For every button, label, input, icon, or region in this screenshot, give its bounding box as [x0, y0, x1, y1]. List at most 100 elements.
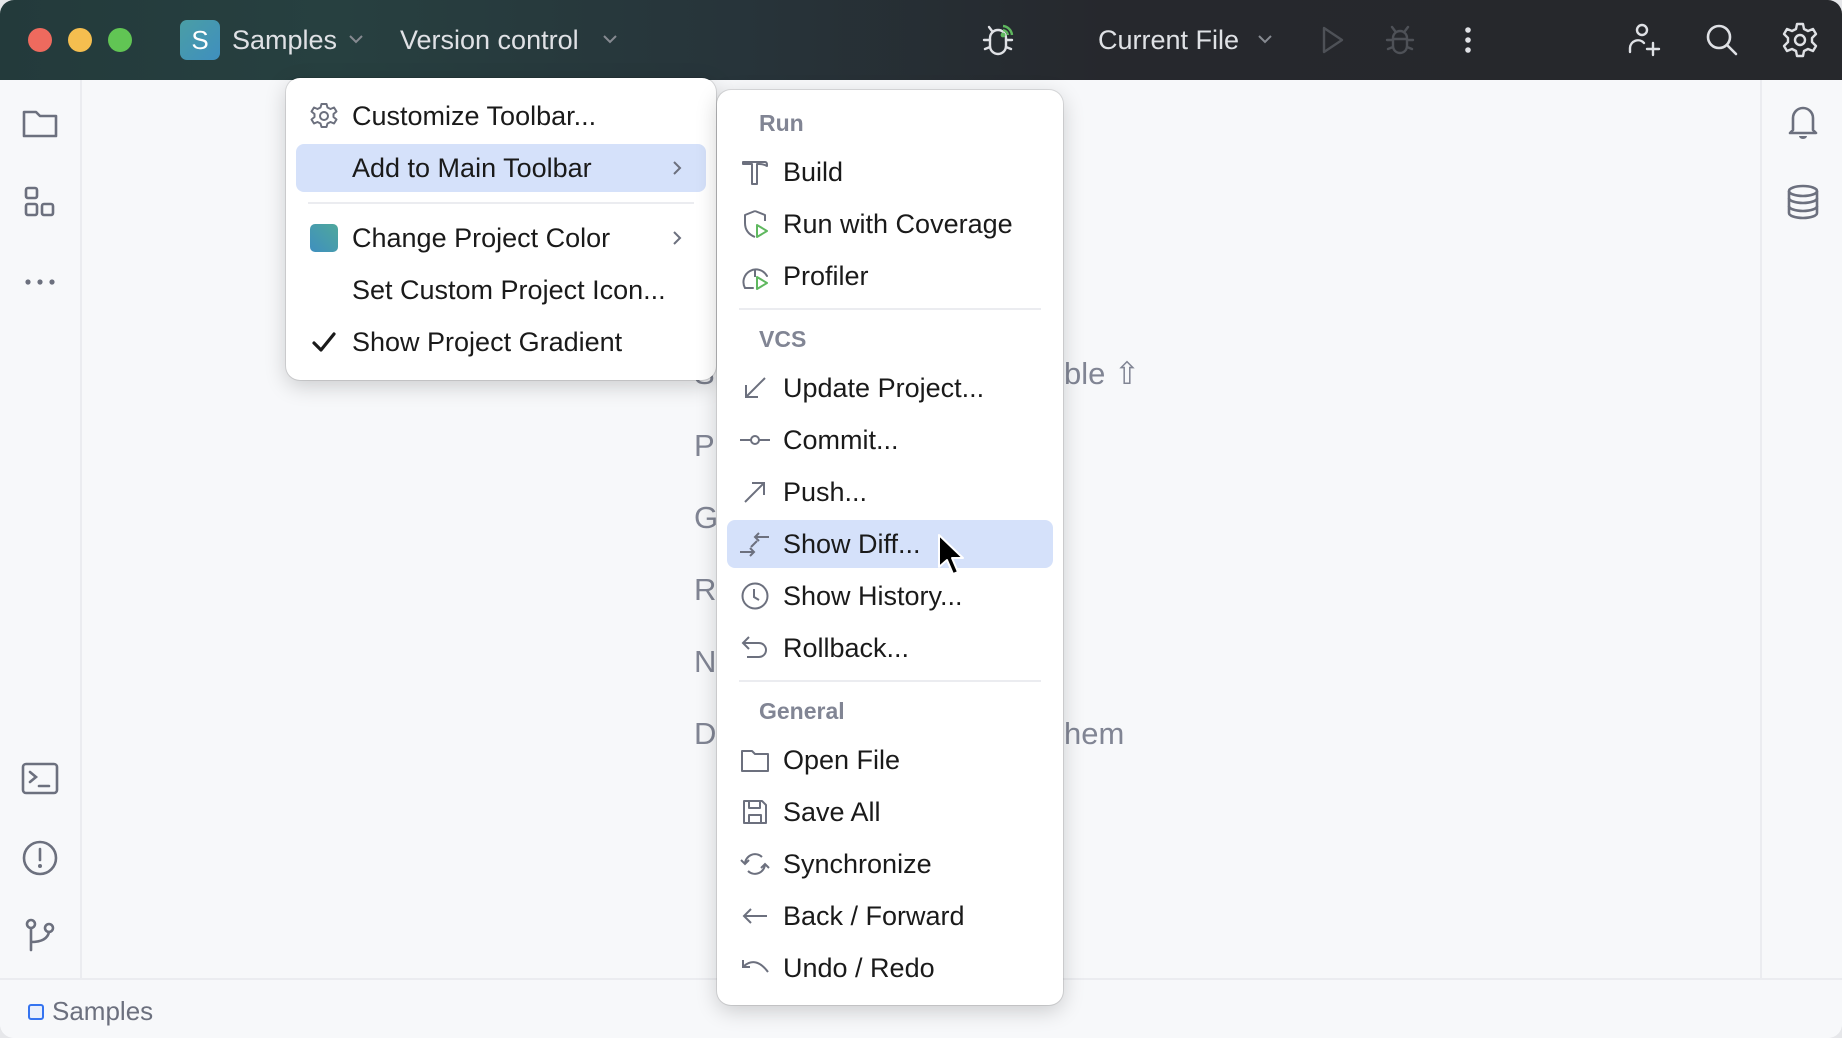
clock-icon: [739, 580, 771, 612]
menu-separator: [739, 308, 1041, 310]
back-arrow-icon: [739, 900, 771, 932]
submenu-item-undo-redo[interactable]: Undo / Redo: [727, 944, 1053, 992]
status-project-name: Samples: [52, 996, 154, 1026]
project-color-swatch: [308, 222, 340, 254]
update-arrow-icon: [739, 372, 771, 404]
submenu-item-label: Build: [783, 157, 844, 187]
database-icon[interactable]: [1781, 180, 1825, 224]
hint-go-to-file: G: [694, 500, 719, 535]
git-branch-icon[interactable]: [18, 914, 62, 958]
project-badge[interactable]: S: [180, 20, 220, 60]
notifications-bell-icon[interactable]: [1781, 100, 1825, 144]
run-icon[interactable]: [1310, 18, 1354, 62]
menu-item-label: Add to Main Toolbar: [352, 153, 592, 183]
hint-recent-files: R: [694, 572, 717, 607]
push-arrow-icon: [739, 476, 771, 508]
save-icon: [739, 796, 771, 828]
diff-icon: [739, 528, 771, 560]
debug-remote-icon[interactable]: [976, 18, 1020, 62]
submenu-item-update-project[interactable]: Update Project...: [727, 364, 1053, 412]
submenu-item-label: Synchronize: [783, 849, 932, 879]
submenu-item-label: Push...: [783, 477, 868, 507]
project-name-dropdown[interactable]: Samples: [232, 22, 337, 58]
add-to-toolbar-submenu: Run Build Run with Coverage Profiler VCS: [717, 90, 1063, 1005]
checkmark-icon: [308, 326, 340, 358]
submenu-item-label: Save All: [783, 797, 881, 827]
add-user-icon[interactable]: [1622, 18, 1666, 62]
submenu-item-label: Open File: [783, 745, 901, 775]
section-header-vcs: VCS: [759, 326, 807, 352]
menu-item-label: Customize Toolbar...: [352, 101, 597, 131]
chevron-right-icon: [668, 228, 686, 248]
chevron-down-icon: [345, 28, 367, 50]
hint-navigation-bar: N: [694, 644, 717, 679]
settings-gear-icon[interactable]: [1778, 18, 1822, 62]
submenu-item-commit[interactable]: Commit...: [727, 416, 1053, 464]
submenu-item-label: Undo / Redo: [783, 953, 935, 983]
submenu-item-label: Show Diff...: [783, 529, 921, 559]
rollback-icon: [739, 632, 771, 664]
section-header-general: General: [759, 698, 845, 724]
zoom-window-button[interactable]: [108, 28, 132, 52]
submenu-item-open-file[interactable]: Open File: [727, 736, 1053, 784]
menu-item-show-project-gradient[interactable]: Show Project Gradient: [296, 318, 706, 366]
hammer-icon: [739, 156, 771, 188]
profiler-icon: [739, 260, 771, 292]
project-folder-icon[interactable]: [18, 102, 62, 146]
submenu-item-build[interactable]: Build: [727, 148, 1053, 196]
close-window-button[interactable]: [28, 28, 52, 52]
submenu-item-label: Show History...: [783, 581, 963, 611]
submenu-item-save-all[interactable]: Save All: [727, 788, 1053, 836]
submenu-item-run-with-coverage[interactable]: Run with Coverage: [727, 200, 1053, 248]
hint-search-everywhere-shortcut: ble ⇧: [1064, 356, 1140, 391]
menu-item-label: Set Custom Project Icon...: [352, 275, 666, 305]
submenu-item-push[interactable]: Push...: [727, 468, 1053, 516]
submenu-item-back-forward[interactable]: Back / Forward: [727, 892, 1053, 940]
menu-item-label: Change Project Color: [352, 223, 611, 253]
right-tool-strip: [1760, 80, 1842, 978]
undo-icon: [739, 952, 771, 984]
menu-separator: [739, 680, 1041, 682]
submenu-item-label: Profiler: [783, 261, 869, 291]
submenu-item-synchronize[interactable]: Synchronize: [727, 840, 1053, 888]
chevron-down-icon: [1254, 28, 1276, 50]
status-project-breadcrumb[interactable]: Samples: [28, 996, 153, 1027]
more-vertical-icon[interactable]: [1446, 18, 1490, 62]
submenu-item-show-history[interactable]: Show History...: [727, 572, 1053, 620]
submenu-item-show-diff[interactable]: Show Diff...: [727, 520, 1053, 568]
menu-item-set-custom-project-icon[interactable]: Set Custom Project Icon...: [296, 266, 706, 314]
menu-item-customize-toolbar[interactable]: Customize Toolbar...: [296, 92, 706, 140]
hint-drop-files: D: [694, 716, 717, 751]
submenu-item-label: Run with Coverage: [783, 209, 1013, 239]
title-bar: S Samples Version control Current File: [0, 0, 1842, 80]
submenu-item-label: Rollback...: [783, 633, 910, 663]
run-config-dropdown[interactable]: Current File: [1098, 22, 1239, 58]
folder-icon: [739, 744, 771, 776]
search-icon[interactable]: [1700, 18, 1744, 62]
vcs-dropdown[interactable]: Version control: [400, 22, 579, 58]
toolbar-context-menu: Customize Toolbar... Add to Main Toolbar…: [286, 78, 716, 380]
section-header-run: Run: [759, 110, 804, 136]
submenu-item-profiler[interactable]: Profiler: [727, 252, 1053, 300]
submenu-item-label: Update Project...: [783, 373, 985, 403]
menu-item-label: Show Project Gradient: [352, 327, 623, 357]
structure-icon[interactable]: [18, 180, 62, 224]
minimize-window-button[interactable]: [68, 28, 92, 52]
menu-item-change-project-color[interactable]: Change Project Color: [296, 214, 706, 262]
commit-icon: [739, 424, 771, 456]
menu-item-add-to-main-toolbar[interactable]: Add to Main Toolbar: [296, 144, 706, 192]
terminal-icon[interactable]: [18, 756, 62, 800]
ide-window: S Samples Version control Current File b…: [0, 0, 1842, 1038]
hint-project-view: P: [694, 428, 715, 463]
debug-icon[interactable]: [1378, 18, 1422, 62]
chevron-right-icon: [668, 158, 686, 178]
module-icon: [28, 1003, 44, 1020]
submenu-item-label: Back / Forward: [783, 901, 965, 931]
more-horizontal-icon[interactable]: [18, 260, 62, 304]
hint-drop-files-end: hem: [1064, 716, 1125, 751]
problems-icon[interactable]: [18, 836, 62, 880]
submenu-item-label: Commit...: [783, 425, 899, 455]
menu-separator: [308, 202, 694, 204]
submenu-item-rollback[interactable]: Rollback...: [727, 624, 1053, 672]
chevron-down-icon: [599, 28, 621, 50]
